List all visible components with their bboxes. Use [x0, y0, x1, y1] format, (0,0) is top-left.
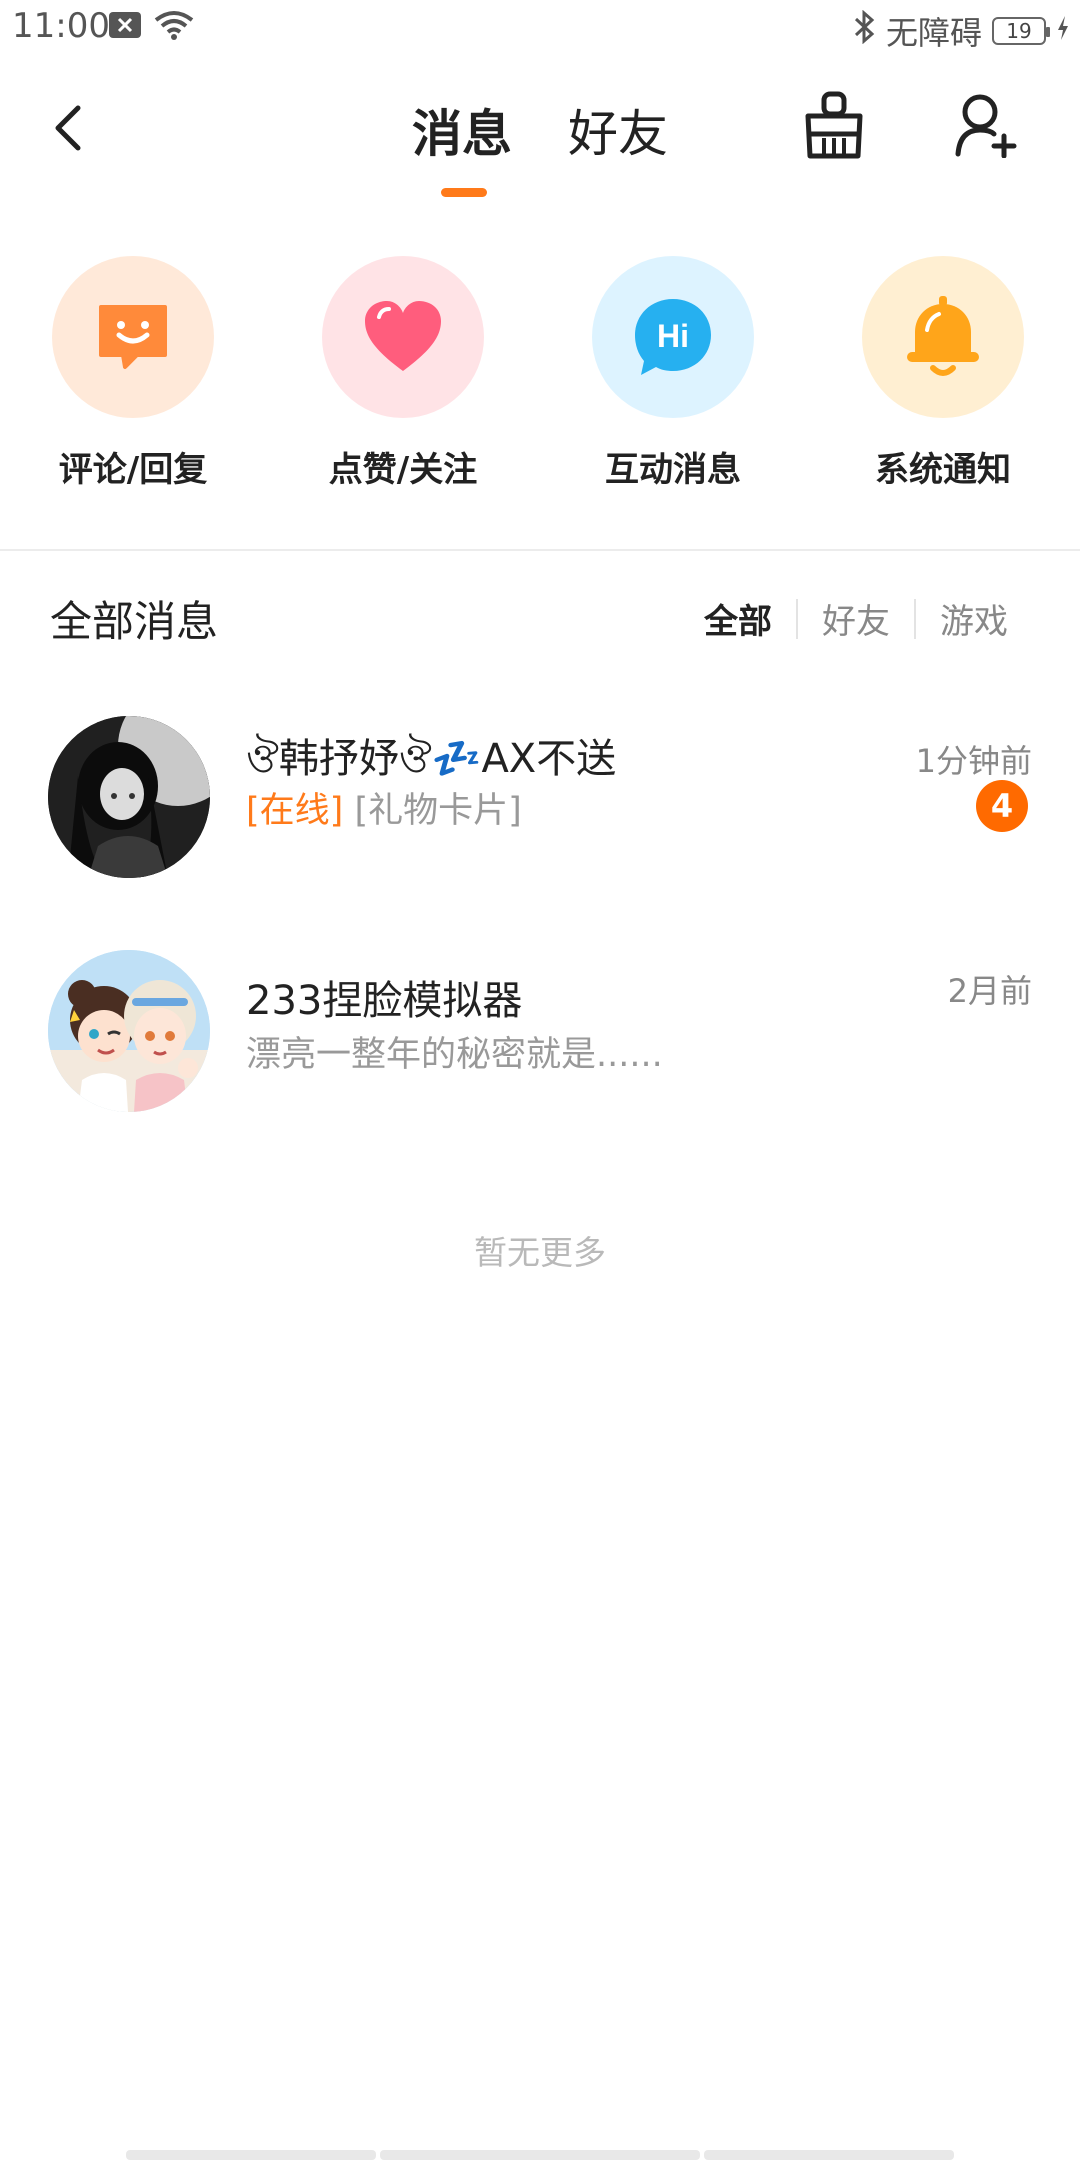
category-label: 点赞/关注 [328, 450, 478, 490]
charging-icon [1056, 12, 1070, 50]
conversation-time: 2月前 [947, 972, 1032, 1010]
conversation-item[interactable]: ঔ韩抒妤ঔ💤AX不送 [在线] [礼物卡片] 1分钟前 4 [0, 710, 1080, 890]
category-label: 互动消息 [605, 450, 741, 490]
add-user-icon [955, 94, 1017, 159]
status-bar: 11:00 无障碍 19 [0, 0, 1080, 56]
conversation-time: 1分钟前 [915, 742, 1032, 780]
heart-icon [322, 256, 484, 418]
preview-text: [礼物卡片] [354, 791, 522, 831]
battery-icon: 19 [992, 17, 1050, 45]
accessibility-label: 无障碍 [885, 14, 982, 52]
category-label: 系统通知 [875, 450, 1011, 490]
wifi-icon [154, 10, 194, 44]
conversation-preview: 漂亮一整年的秘密就是...... [246, 1035, 663, 1075]
conversation-item[interactable]: 233捏脸模拟器 漂亮一整年的秘密就是...... 2月前 [0, 944, 1080, 1124]
no-more-text: 暂无更多 [474, 1233, 606, 1272]
category-shortcuts: 评论/回复 点赞/关注 Hi 互动消息 系统通知 [0, 256, 1080, 506]
message-filters: 全部 好友 游戏 [680, 594, 1032, 643]
category-label: 评论/回复 [58, 450, 208, 490]
comment-icon [52, 256, 214, 418]
clear-messages-button[interactable] [802, 90, 866, 160]
online-status: [在线] [246, 791, 344, 831]
section-title: 全部消息 [50, 597, 219, 646]
svg-text:Hi: Hi [657, 318, 689, 354]
avatar[interactable] [48, 716, 210, 878]
filter-friends[interactable]: 好友 [798, 594, 914, 643]
bluetooth-icon [852, 9, 876, 52]
conversation-preview: [在线] [礼物卡片] [246, 782, 522, 833]
category-interactions[interactable]: Hi 互动消息 [573, 256, 773, 491]
back-button[interactable] [44, 100, 100, 156]
status-time: 11:00 [12, 6, 110, 46]
bottom-handle [0, 2150, 1080, 2160]
battery-level: 19 [1006, 19, 1032, 43]
add-friend-button[interactable] [954, 92, 1018, 159]
header: 消息 好友 [0, 60, 1080, 200]
broom-basket-icon [805, 91, 863, 159]
active-tab-indicator [441, 188, 487, 197]
conversation-name: 233捏脸模拟器 [246, 978, 523, 1024]
chevron-left-icon [55, 105, 81, 151]
filter-games[interactable]: 游戏 [916, 594, 1032, 643]
category-comments[interactable]: 评论/回复 [33, 256, 233, 491]
tab-friends[interactable]: 好友 [568, 94, 668, 166]
category-likes[interactable]: 点赞/关注 [303, 256, 503, 491]
avatar[interactable] [48, 950, 210, 1112]
filter-all[interactable]: 全部 [680, 594, 796, 643]
category-system[interactable]: 系统通知 [843, 256, 1043, 491]
unread-badge: 4 [976, 780, 1028, 832]
tab-messages[interactable]: 消息 [412, 94, 512, 166]
bell-icon [862, 256, 1024, 418]
divider [0, 549, 1080, 551]
hi-bubble-icon: Hi [592, 256, 754, 418]
close-box-icon [108, 11, 142, 43]
